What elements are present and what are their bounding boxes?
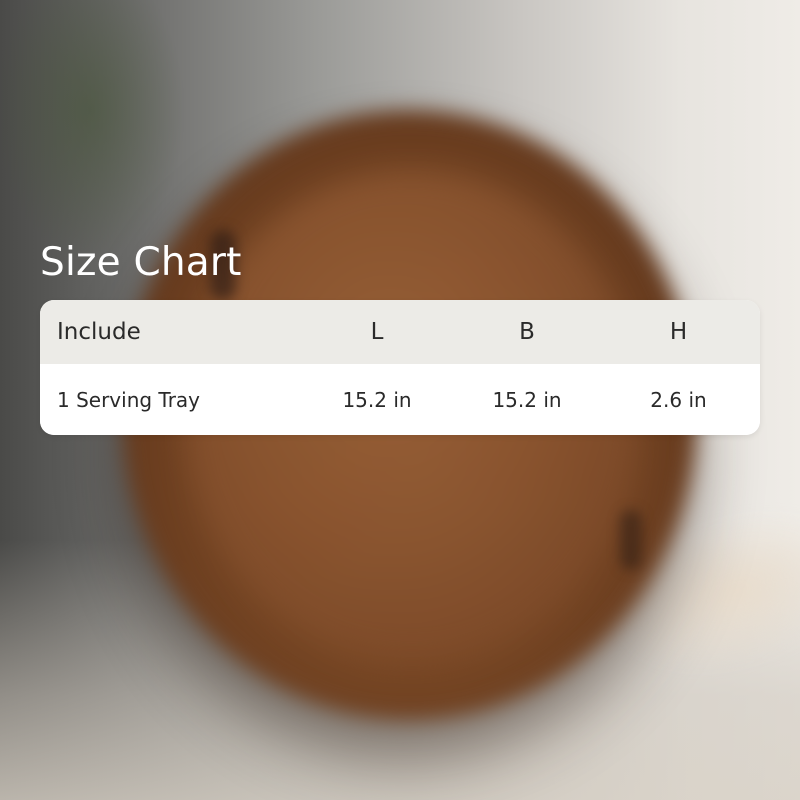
tray-handle-right: [620, 510, 642, 570]
table-header-row: Include L B H: [40, 300, 760, 364]
table-row: 1 Serving Tray 15.2 in 15.2 in 2.6 in: [40, 364, 760, 435]
cell-height: 2.6 in: [650, 387, 707, 412]
cell-length: 15.2 in: [342, 387, 412, 412]
cell-breadth: 15.2 in: [492, 387, 562, 412]
size-chart-table: Include L B H 1 Serving Tray 15.2 in 15.…: [40, 300, 760, 435]
header-height: H: [669, 319, 688, 345]
header-length: L: [370, 319, 384, 345]
cell-include: 1 Serving Tray: [57, 387, 201, 412]
page-title: Size Chart: [40, 240, 242, 285]
header-include: Include: [57, 319, 141, 345]
header-breadth: B: [519, 319, 535, 345]
